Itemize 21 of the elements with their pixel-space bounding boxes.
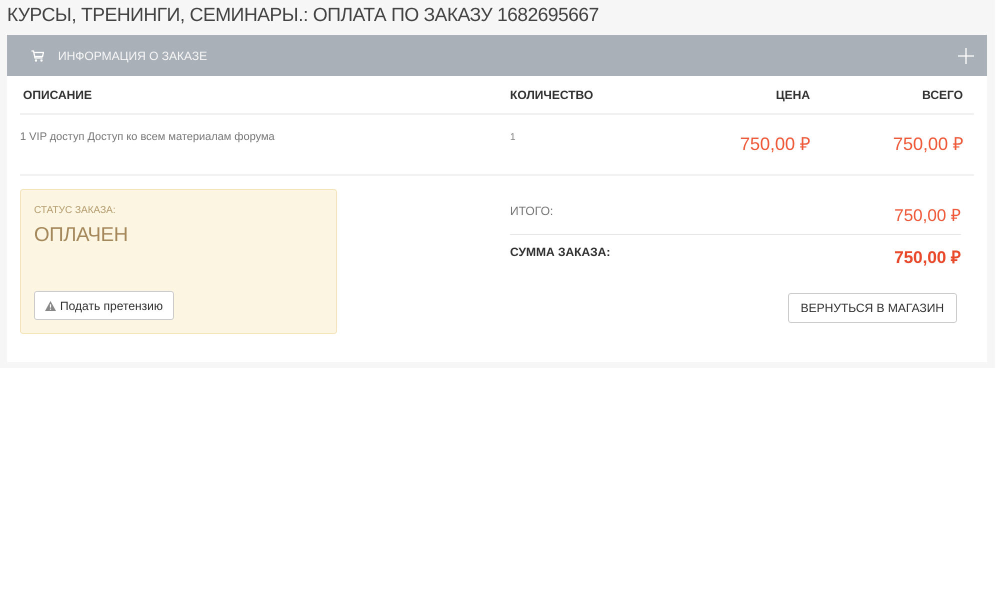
complaint-button[interactable]: Подать претензию <box>34 291 174 320</box>
warning-icon <box>45 300 56 310</box>
totals-label: СУММА ЗАКАЗА: <box>510 245 610 259</box>
cart-icon <box>31 50 44 62</box>
back-to-shop-button[interactable]: ВЕРНУТЬСЯ В МАГАЗИН <box>788 293 957 323</box>
table-cell: 1 <box>510 132 516 143</box>
status-label: СТАТУС ЗАКАЗА: <box>34 205 116 216</box>
plus-icon[interactable] <box>958 48 974 64</box>
table-cell: 1 VIP доступ Доступ ко всем материалам форума <box>20 131 275 143</box>
totals-label: ИТОГО: <box>510 204 554 218</box>
status-value: ОПЛАЧЕН <box>34 224 128 247</box>
column-header: ОПИСАНИЕ <box>23 88 92 102</box>
page-title: КУРСЫ, ТРЕНИНГИ, СЕМИНАРЫ.: ОПЛАТА ПО ЗАКАЗУ 1682695667 <box>7 4 599 28</box>
totals-value: 750,00 ₽ <box>894 205 961 226</box>
column-header: КОЛИЧЕСТВО <box>510 88 594 102</box>
table-cell: 750,00 ₽ <box>892 134 963 154</box>
totals-value: 750,00 ₽ <box>894 247 961 268</box>
column-header: ЦЕНА <box>776 88 810 102</box>
table-cell: 750,00 ₽ <box>740 134 810 154</box>
panel-title: ИНФОРМАЦИЯ О ЗАКАЗЕ <box>58 48 208 62</box>
column-header: ВСЕГО <box>922 88 963 102</box>
